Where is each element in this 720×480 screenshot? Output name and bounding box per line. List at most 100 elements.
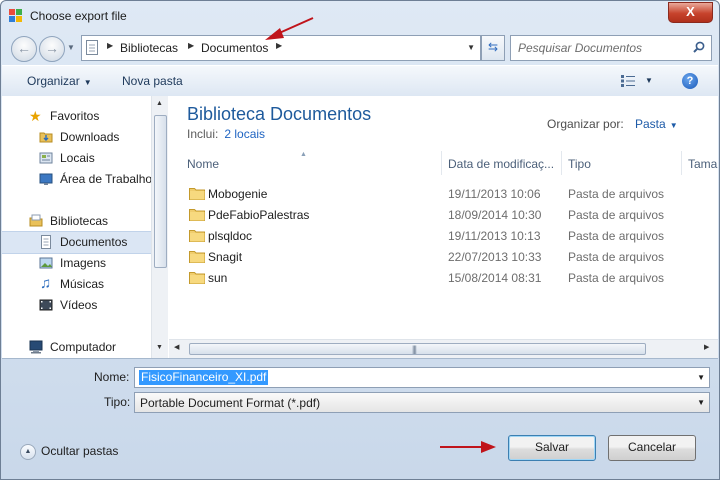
- file-name: plsqldoc: [208, 229, 253, 243]
- file-row[interactable]: Mobogenie 19/11/2013 10:06 Pasta de arqu…: [187, 183, 664, 204]
- column-header-label: Data de modificaç...: [448, 157, 555, 171]
- address-bar[interactable]: ▶ Bibliotecas ▶ Documentos ▶ ▼: [81, 35, 481, 61]
- sidebar-item-locais[interactable]: Locais: [2, 148, 151, 169]
- file-name-input[interactable]: FisicoFinanceiro_XI.pdf: [139, 370, 269, 385]
- type-label: Tipo:: [104, 395, 131, 409]
- search-icon[interactable]: [693, 41, 705, 53]
- sidebar-item-area-de-trabalho[interactable]: Área de Trabalho: [2, 169, 151, 190]
- file-type: Pasta de arquivos: [568, 187, 665, 201]
- breadcrumb-chevron-icon[interactable]: ▶: [188, 41, 194, 50]
- breadcrumb-chevron-icon[interactable]: ▶: [107, 41, 113, 50]
- file-row[interactable]: Snagit 22/07/2013 10:33 Pasta de arquivo…: [187, 246, 664, 267]
- library-icon: [29, 214, 43, 227]
- places-icon: [39, 152, 53, 164]
- chevron-down-icon: ▼: [669, 121, 678, 130]
- library-document-icon: [86, 40, 98, 55]
- refresh-button[interactable]: ⇆: [481, 35, 505, 61]
- cancel-button[interactable]: Cancelar: [608, 435, 696, 461]
- scrollbar-thumb[interactable]: [154, 115, 167, 268]
- breadcrumb-documentos[interactable]: Documentos: [201, 41, 268, 55]
- videos-icon: [39, 299, 53, 311]
- file-row[interactable]: sun 15/08/2014 08:31 Pasta de arquivos: [187, 267, 664, 288]
- breadcrumb-chevron-icon[interactable]: ▶: [276, 41, 282, 50]
- close-button[interactable]: X: [668, 2, 713, 23]
- sidebar-item-label: Bibliotecas: [50, 214, 109, 228]
- sidebar-item-musicas[interactable]: ♫ Músicas: [2, 274, 151, 295]
- arrange-by-dropdown[interactable]: Pasta ▼: [635, 117, 678, 131]
- file-type-value: Portable Document Format (*.pdf): [140, 396, 321, 410]
- arrange-by-label: Organizar por:: [547, 117, 624, 131]
- sidebar-item-label: Computador: [50, 340, 117, 354]
- scrollbar-thumb[interactable]: |||: [189, 343, 646, 355]
- command-bar: Organizar ▼ Nova pasta ▼ ?: [2, 65, 718, 97]
- scroll-up-icon[interactable]: ▲: [156, 100, 163, 107]
- file-type: Pasta de arquivos: [568, 229, 665, 243]
- organize-label: Organizar: [27, 74, 80, 88]
- views-chevron-down-icon[interactable]: ▼: [645, 76, 653, 85]
- sidebar-item-videos[interactable]: Vídeos: [2, 295, 151, 316]
- column-header-size[interactable]: Tama: [682, 151, 718, 175]
- download-folder-icon: [39, 132, 53, 143]
- file-date: 19/11/2013 10:13: [448, 229, 541, 243]
- file-name-combobox[interactable]: FisicoFinanceiro_XI.pdf ▼: [134, 367, 710, 388]
- chevron-down-icon[interactable]: ▼: [697, 398, 705, 407]
- folder-icon: [189, 251, 205, 263]
- includes-label: Inclui:: [187, 127, 219, 141]
- file-type-select[interactable]: Portable Document Format (*.pdf) ▼: [134, 392, 710, 413]
- sidebar-item-label: Músicas: [60, 277, 105, 291]
- column-header-name[interactable]: Nome: [181, 151, 442, 175]
- save-button[interactable]: Salvar: [508, 435, 596, 461]
- desktop-icon: [39, 173, 53, 185]
- organize-button[interactable]: Organizar ▼: [27, 74, 92, 88]
- scroll-right-icon[interactable]: ▶: [704, 343, 709, 351]
- scroll-down-icon[interactable]: ▼: [156, 344, 163, 351]
- new-folder-button[interactable]: Nova pasta: [122, 74, 183, 88]
- sidebar-item-computador[interactable]: Computador: [2, 337, 151, 358]
- grip-icon: |||: [412, 344, 417, 354]
- chevron-down-icon[interactable]: ▼: [697, 373, 705, 382]
- sidebar-scrollbar[interactable]: ▲ ▼: [151, 96, 168, 358]
- file-name: Snagit: [208, 250, 243, 264]
- hide-folders-label[interactable]: Ocultar pastas: [41, 444, 118, 458]
- export-dialog: Choose export file X ← → ▼ ▶ Bibliotecas…: [0, 0, 720, 480]
- column-header-label: Tipo: [568, 157, 591, 171]
- file-row[interactable]: PdeFabioPalestras 18/09/2014 10:30 Pasta…: [187, 204, 664, 225]
- sidebar-item-label: Favoritos: [50, 109, 100, 123]
- file-name: Mobogenie: [208, 187, 268, 201]
- breadcrumb-bibliotecas[interactable]: Bibliotecas: [120, 41, 178, 55]
- file-list-scrollbar[interactable]: ◀ ||| ▶: [169, 339, 718, 358]
- navigation-pane: ★ Favoritos Downloads Locais Área de Tra…: [2, 96, 151, 358]
- search-placeholder[interactable]: Pesquisar Documentos: [518, 41, 642, 55]
- sidebar-item-label: Downloads: [60, 130, 120, 144]
- folder-icon: [189, 272, 205, 284]
- change-view-icon[interactable]: [621, 75, 635, 87]
- forward-button[interactable]: →: [39, 36, 65, 62]
- scroll-left-icon[interactable]: ◀: [174, 343, 179, 351]
- recent-pages-chevron-icon[interactable]: ▼: [67, 43, 75, 52]
- arrange-by-value: Pasta: [635, 117, 666, 131]
- sidebar-item-documentos[interactable]: Documentos: [2, 231, 151, 254]
- sidebar-item-downloads[interactable]: Downloads: [2, 127, 151, 148]
- sidebar-item-label: Área de Trabalho: [60, 172, 151, 186]
- column-header-type[interactable]: Tipo: [562, 151, 682, 175]
- address-dropdown-icon[interactable]: ▼: [467, 43, 475, 52]
- save-form: Nome: FisicoFinanceiro_XI.pdf ▼ Tipo: Po…: [2, 359, 718, 419]
- file-name: sun: [208, 271, 228, 285]
- images-icon: [39, 257, 53, 269]
- library-title: Biblioteca Documentos: [187, 104, 372, 124]
- hide-folders-button[interactable]: ▲: [20, 444, 36, 460]
- file-row[interactable]: plsqldoc 19/11/2013 10:13 Pasta de arqui…: [187, 225, 664, 246]
- sidebar-item-label: Locais: [60, 151, 95, 165]
- sidebar-item-bibliotecas[interactable]: Bibliotecas: [2, 211, 151, 232]
- content-area: ★ Favoritos Downloads Locais Área de Tra…: [2, 96, 718, 359]
- help-icon[interactable]: ?: [682, 73, 698, 89]
- sidebar-item-favoritos[interactable]: ★ Favoritos: [2, 106, 151, 127]
- sidebar-item-imagens[interactable]: Imagens: [2, 253, 151, 274]
- navigation-bar: ← → ▼ ▶ Bibliotecas ▶ Documentos ▶ ▼ ⇆ P…: [1, 31, 719, 63]
- locations-link[interactable]: 2 locais: [224, 127, 265, 141]
- search-box[interactable]: Pesquisar Documentos: [510, 35, 712, 61]
- file-date: 22/07/2013 10:33: [448, 250, 542, 264]
- file-type: Pasta de arquivos: [568, 208, 665, 222]
- back-button[interactable]: ←: [11, 36, 37, 62]
- column-header-date[interactable]: Data de modificaç...: [442, 151, 562, 175]
